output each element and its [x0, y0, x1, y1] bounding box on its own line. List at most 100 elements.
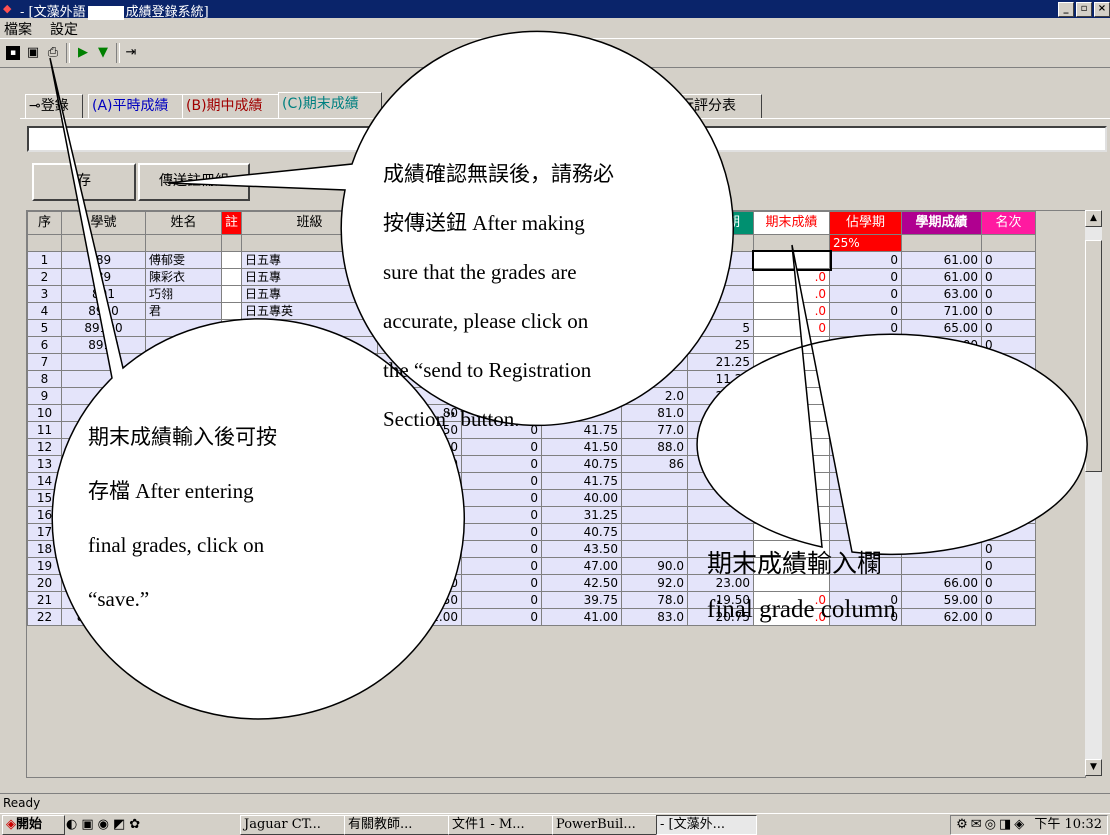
scroll-down-arrow-icon[interactable]: ▼	[1085, 759, 1102, 776]
cell-note	[220, 370, 243, 388]
cell-f[interactable]	[753, 387, 831, 405]
clock[interactable]: 下午 10:32	[1034, 817, 1102, 832]
col-header-no[interactable]: 序	[27, 211, 62, 235]
col-header-exam-weight[interactable]: 佔學期	[687, 211, 755, 235]
cell-h: 66.00	[901, 574, 983, 592]
cell-i: 0	[981, 557, 1037, 575]
cell-a: 62.50	[377, 506, 463, 524]
cell-f[interactable]	[753, 336, 831, 354]
cell-d	[621, 319, 689, 337]
tab-regular-grades[interactable]: (A)平時成績	[88, 94, 186, 118]
info-bar: 話	[27, 126, 1107, 152]
cell-e	[687, 251, 755, 269]
maximize-button[interactable]: ▫	[1076, 2, 1092, 17]
cell-f[interactable]: .0	[753, 268, 831, 286]
cell-name	[145, 319, 222, 337]
save-as-icon[interactable]: ▣	[24, 44, 42, 62]
cell-f[interactable]	[753, 370, 831, 388]
task-teacher[interactable]: 有關教師...	[344, 815, 449, 835]
task-jaguar[interactable]: Jaguar CT...	[240, 815, 345, 835]
title-bar: ◆ - [文藻外語 成績登錄系統] _ ▫ ×	[0, 0, 1110, 20]
tab-final-grades[interactable]: (C)期末成績	[278, 92, 382, 119]
save-icon[interactable]: ▪	[6, 46, 20, 60]
cell-f[interactable]	[753, 489, 831, 507]
cell-name: 陳彩衣	[145, 268, 222, 286]
cell-g	[829, 438, 903, 456]
tab-login[interactable]: ⊸登錄	[25, 94, 83, 118]
cell-i: 0	[981, 387, 1037, 405]
cell-i: 0	[981, 472, 1037, 490]
cell-f[interactable]: 0	[751, 249, 832, 271]
cell-f[interactable]	[753, 455, 831, 473]
cell-f[interactable]: .0	[753, 302, 831, 320]
cell-f[interactable]: .0	[753, 285, 831, 303]
cell-no: 12	[27, 438, 62, 456]
close-button[interactable]: ×	[1094, 2, 1110, 17]
cell-e: 5	[687, 319, 755, 337]
cell-d	[621, 370, 689, 388]
col-header-class[interactable]: 班級	[241, 211, 379, 235]
cell-id: 89100	[61, 319, 146, 337]
cell-g	[829, 506, 903, 524]
cell-f[interactable]	[753, 421, 831, 439]
scroll-thumb[interactable]	[1085, 240, 1102, 472]
download-icon[interactable]: ▼	[94, 44, 112, 62]
col-header-rank[interactable]: 名次	[981, 211, 1037, 235]
cell-no: 17	[27, 523, 62, 541]
menu-settings[interactable]: 設定	[50, 19, 78, 39]
cell-b: 0	[461, 455, 543, 473]
cell-g: 0	[829, 268, 903, 286]
task-word-doc[interactable]: 文件1 - M...	[448, 815, 553, 835]
col-header-student-id[interactable]: 學號	[61, 211, 146, 235]
cell-f[interactable]	[753, 523, 831, 541]
col-header-final-grade[interactable]: 期末成績	[753, 211, 831, 235]
cell-f[interactable]	[753, 404, 831, 422]
cell-d	[621, 523, 689, 541]
cell-no: 20	[27, 574, 62, 592]
col-header-note[interactable]: 註	[220, 211, 243, 235]
cell-f[interactable]	[753, 506, 831, 524]
cell-e: 19.25	[687, 421, 755, 439]
cell-name	[145, 370, 222, 388]
cell-h	[901, 472, 983, 490]
cell-g: 0	[829, 251, 903, 269]
scroll-up-arrow-icon[interactable]: ▲	[1085, 210, 1102, 227]
cell-no: 11	[27, 421, 62, 439]
exit-icon[interactable]: ⇥	[122, 44, 140, 62]
cell-g: 0	[829, 353, 903, 371]
tray-icons[interactable]: ⚙✉◎◨◈	[956, 817, 1034, 832]
cell-f[interactable]	[753, 472, 831, 490]
tab-midterm-grades[interactable]: (B)期中成績	[182, 94, 282, 118]
windows-logo-icon: ◈	[6, 817, 16, 832]
tab-conduct-grades[interactable]: 操行評分表	[662, 94, 762, 118]
quick-launch-icons[interactable]: ◐▣◉◩✿	[66, 817, 144, 832]
cell-a: 83.50	[377, 472, 463, 490]
cell-b: 0	[461, 523, 543, 541]
cell-e	[687, 506, 755, 524]
cell-id	[61, 387, 146, 405]
cell-e	[687, 268, 755, 286]
cell-no: 1	[27, 251, 62, 269]
col-header-final-weight[interactable]: 佔學期	[829, 211, 903, 235]
menu-file[interactable]: 檔案	[4, 19, 32, 39]
minimize-button[interactable]: _	[1058, 2, 1074, 17]
col-header-name[interactable]: 姓名	[145, 211, 222, 235]
app-icon[interactable]: ◆	[3, 2, 17, 15]
cell-f[interactable]: 0	[753, 319, 831, 337]
start-button[interactable]: ◈開始	[2, 815, 65, 835]
cell-c: 42.50	[541, 574, 623, 592]
cell-f[interactable]	[753, 438, 831, 456]
send-icon[interactable]: ▶	[74, 44, 92, 62]
cell-f[interactable]	[753, 353, 831, 371]
vertical-scrollbar[interactable]: ▲ ▼	[1085, 210, 1102, 776]
save-button[interactable]: 存	[32, 163, 136, 201]
print-icon[interactable]: ⎙	[44, 44, 62, 62]
task-grade-system[interactable]: - [文藻外...	[656, 815, 757, 835]
cell-d: 78.0	[621, 591, 689, 609]
col-header-final-exam[interactable]: 期末考	[621, 211, 689, 235]
cell-cls	[241, 336, 379, 354]
send-registration-button[interactable]: 傳送註冊組	[138, 163, 250, 201]
task-powerbuilder[interactable]: PowerBuil...	[552, 815, 657, 835]
tab-label: 登錄	[40, 98, 69, 114]
col-header-semester-grade[interactable]: 學期成績	[901, 211, 983, 235]
